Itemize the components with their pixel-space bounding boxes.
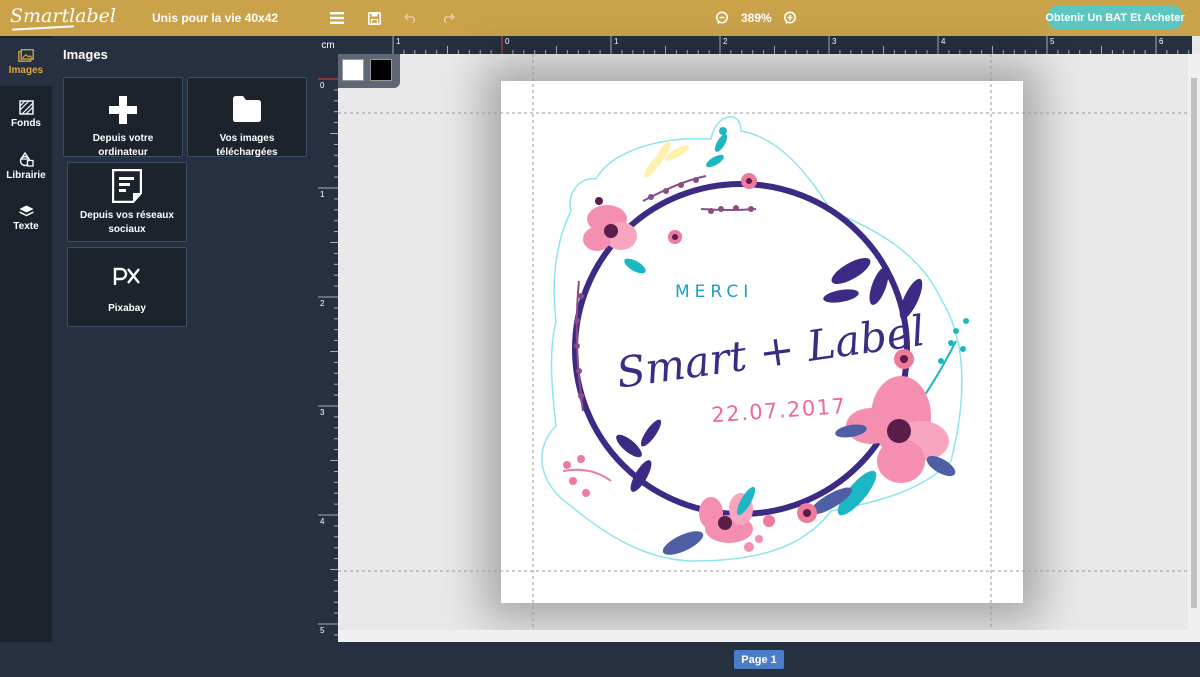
tile-label: Pixabay <box>108 303 146 314</box>
zoom-out-icon[interactable] <box>713 9 731 27</box>
images-icon <box>18 48 34 62</box>
ruler-label: 3 <box>320 408 325 417</box>
ruler-unit: cm <box>318 36 338 54</box>
tile-label: Depuis votre ordinateur <box>92 133 154 158</box>
text-layers-icon <box>18 205 34 216</box>
upload-from-computer-tile[interactable]: Depuis votre ordinateur <box>63 77 183 158</box>
sidebar-item-label: Librairie <box>6 169 46 181</box>
plus-icon <box>64 96 182 124</box>
top-bar: Smartlabel Unis pour la vie 40x42 389% O… <box>0 0 1200 36</box>
editor-workspace[interactable]: cm 1 0 1 2 3 4 5 6 0 1 2 3 4 5 MERCI Smart + Label 2… <box>318 36 1200 642</box>
pixabay-icon <box>68 266 186 286</box>
swatch-black[interactable] <box>370 59 392 81</box>
ruler-label: 5 <box>320 626 325 635</box>
horizontal-scrollbar[interactable] <box>338 630 1188 642</box>
bottom-bar: Page 1 <box>0 642 1200 677</box>
save-icon[interactable] <box>365 9 383 27</box>
social-networks-tile[interactable]: Depuis vos réseaux sociaux <box>67 162 187 242</box>
ruler-label: 1 <box>320 190 325 199</box>
page-1-button[interactable]: Page 1 <box>734 650 784 669</box>
ruler-label: 6 <box>1159 37 1164 46</box>
redo-icon[interactable] <box>439 9 457 27</box>
order-proof-button[interactable]: Obtenir Un BAT Et Acheter <box>1045 5 1185 30</box>
ruler-label: 1 <box>396 37 401 46</box>
ruler-label: 4 <box>320 517 325 526</box>
scrollbar-thumb[interactable] <box>1191 78 1197 608</box>
swatch-white[interactable] <box>342 59 364 81</box>
pixabay-tile[interactable]: Pixabay <box>67 247 187 327</box>
social-document-icon <box>68 169 186 203</box>
panel-title: Images <box>63 47 108 62</box>
sidebar-item-images[interactable]: Images <box>0 38 52 86</box>
sidebar-item-label: Images <box>8 64 44 76</box>
sidebar-item-label: Fonds <box>11 117 41 129</box>
undo-icon[interactable] <box>402 9 420 27</box>
sidebar-item-label: Texte <box>13 220 39 232</box>
tile-label: Vos images téléchargées <box>216 133 278 158</box>
library-icon <box>19 151 34 167</box>
vertical-scrollbar[interactable] <box>1188 54 1200 642</box>
zoom-in-icon[interactable] <box>781 9 799 27</box>
zoom-level: 389% <box>741 11 772 25</box>
sidebar-item-texte[interactable]: Texte <box>0 194 52 242</box>
tile-label: Depuis vos réseaux sociaux <box>80 210 174 235</box>
ruler-label: 1 <box>614 37 619 46</box>
ruler-label: 2 <box>723 37 728 46</box>
folder-icon <box>188 96 306 122</box>
document-title[interactable]: Unis pour la vie 40x42 <box>152 11 278 25</box>
menu-icon[interactable] <box>328 9 346 27</box>
sidebar-item-fonds[interactable]: Fonds <box>0 90 52 138</box>
ruler-label: 0 <box>505 37 510 46</box>
images-panel: Images Depuis votre ordinateur Vos image… <box>52 36 318 677</box>
ruler-label: 4 <box>941 37 946 46</box>
uploaded-images-tile[interactable]: Vos images téléchargées <box>187 77 307 158</box>
sidebar-item-librairie[interactable]: Librairie <box>0 142 52 190</box>
color-swatches <box>338 54 400 88</box>
app-logo[interactable]: Smartlabel <box>10 5 116 27</box>
vertical-ruler[interactable]: 0 1 2 3 4 5 <box>318 54 338 642</box>
safe-zone-guides <box>338 54 1188 630</box>
ruler-label: 5 <box>1050 37 1055 46</box>
backgrounds-icon <box>18 99 34 115</box>
ruler-label: 3 <box>832 37 837 46</box>
left-sidebar: Images Fonds Librairie Texte <box>0 36 52 677</box>
ruler-label: 2 <box>320 299 325 308</box>
ruler-label: 0 <box>320 81 325 90</box>
horizontal-ruler[interactable]: 1 0 1 2 3 4 5 6 <box>338 36 1192 54</box>
